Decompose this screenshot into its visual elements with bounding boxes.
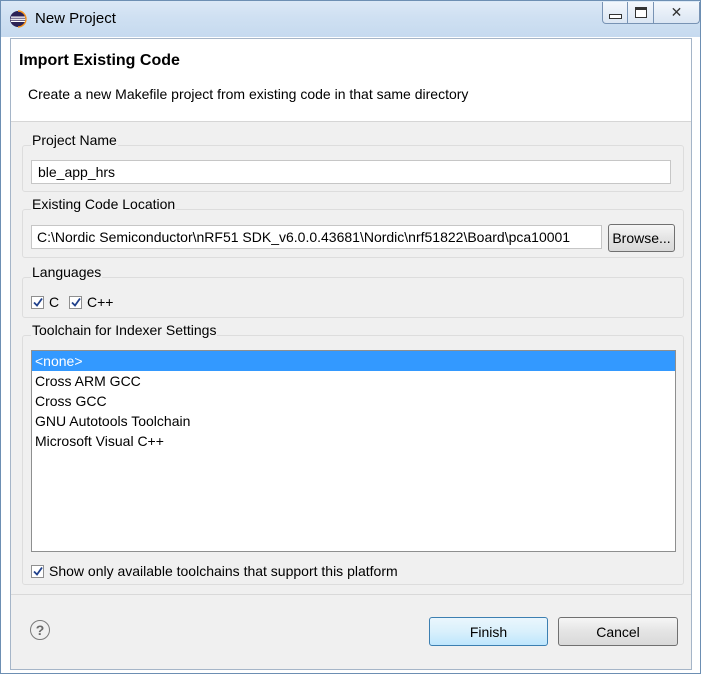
page-title: Import Existing Code xyxy=(19,52,180,69)
code-location-input[interactable]: C:\Nordic Semiconductor\nRF51 SDK_v6.0.0… xyxy=(31,225,602,249)
project-name-label: Project Name xyxy=(31,132,118,148)
page-description: Create a new Makefile project from exist… xyxy=(28,86,469,102)
language-cpp-option[interactable]: C++ xyxy=(69,294,113,310)
new-project-window: New Project ✕ Import Existing Code Creat… xyxy=(0,0,701,674)
close-button[interactable]: ✕ xyxy=(654,2,700,24)
list-item[interactable]: Cross ARM GCC xyxy=(32,371,675,391)
list-item[interactable]: Microsoft Visual C++ xyxy=(32,431,675,451)
code-location-label: Existing Code Location xyxy=(31,196,177,212)
footer-separator xyxy=(11,594,691,595)
cancel-button[interactable]: Cancel xyxy=(558,617,678,646)
maximize-icon xyxy=(634,7,647,18)
languages-label: Languages xyxy=(31,264,103,280)
title-bar[interactable]: New Project ✕ xyxy=(1,1,700,37)
checkmark-icon xyxy=(71,297,81,307)
checkmark-icon xyxy=(33,297,43,307)
window-controls: ✕ xyxy=(602,2,700,26)
toolchain-label: Toolchain for Indexer Settings xyxy=(31,322,218,338)
project-name-input[interactable]: ble_app_hrs xyxy=(31,160,671,184)
toolchain-group: Toolchain for Indexer Settings <none> Cr… xyxy=(22,322,684,585)
checkmark-icon xyxy=(33,566,43,576)
wizard-banner: Import Existing Code Create a new Makefi… xyxy=(11,39,691,122)
language-cpp-checkbox[interactable] xyxy=(69,295,82,309)
minimize-button[interactable] xyxy=(602,2,628,24)
code-location-group: Existing Code Location C:\Nordic Semicon… xyxy=(22,196,684,258)
project-name-group: Project Name ble_app_hrs xyxy=(22,132,684,192)
show-only-option[interactable]: Show only available toolchains that supp… xyxy=(31,563,398,579)
language-c-label: C xyxy=(49,294,60,310)
toolchain-list[interactable]: <none> Cross ARM GCC Cross GCC GNU Autot… xyxy=(31,350,676,552)
language-c-checkbox[interactable] xyxy=(31,295,44,309)
list-item[interactable]: <none> xyxy=(32,351,675,371)
finish-button[interactable]: Finish xyxy=(429,617,548,646)
close-icon: ✕ xyxy=(670,4,683,20)
list-item[interactable]: Cross GCC xyxy=(32,391,675,411)
show-only-label: Show only available toolchains that supp… xyxy=(49,563,398,579)
languages-group: Languages C C++ xyxy=(22,264,684,318)
help-icon[interactable]: ? xyxy=(30,620,50,640)
browse-button[interactable]: Browse... xyxy=(608,224,675,252)
show-only-checkbox[interactable] xyxy=(31,564,44,578)
maximize-button[interactable] xyxy=(628,2,654,24)
list-item[interactable]: GNU Autotools Toolchain xyxy=(32,411,675,431)
dialog-client-area: Import Existing Code Create a new Makefi… xyxy=(10,38,692,670)
window-title: New Project xyxy=(35,10,116,27)
eclipse-icon xyxy=(10,10,27,28)
minimize-icon xyxy=(608,14,622,19)
language-cpp-label: C++ xyxy=(87,294,114,310)
language-c-option[interactable]: C xyxy=(31,294,59,310)
